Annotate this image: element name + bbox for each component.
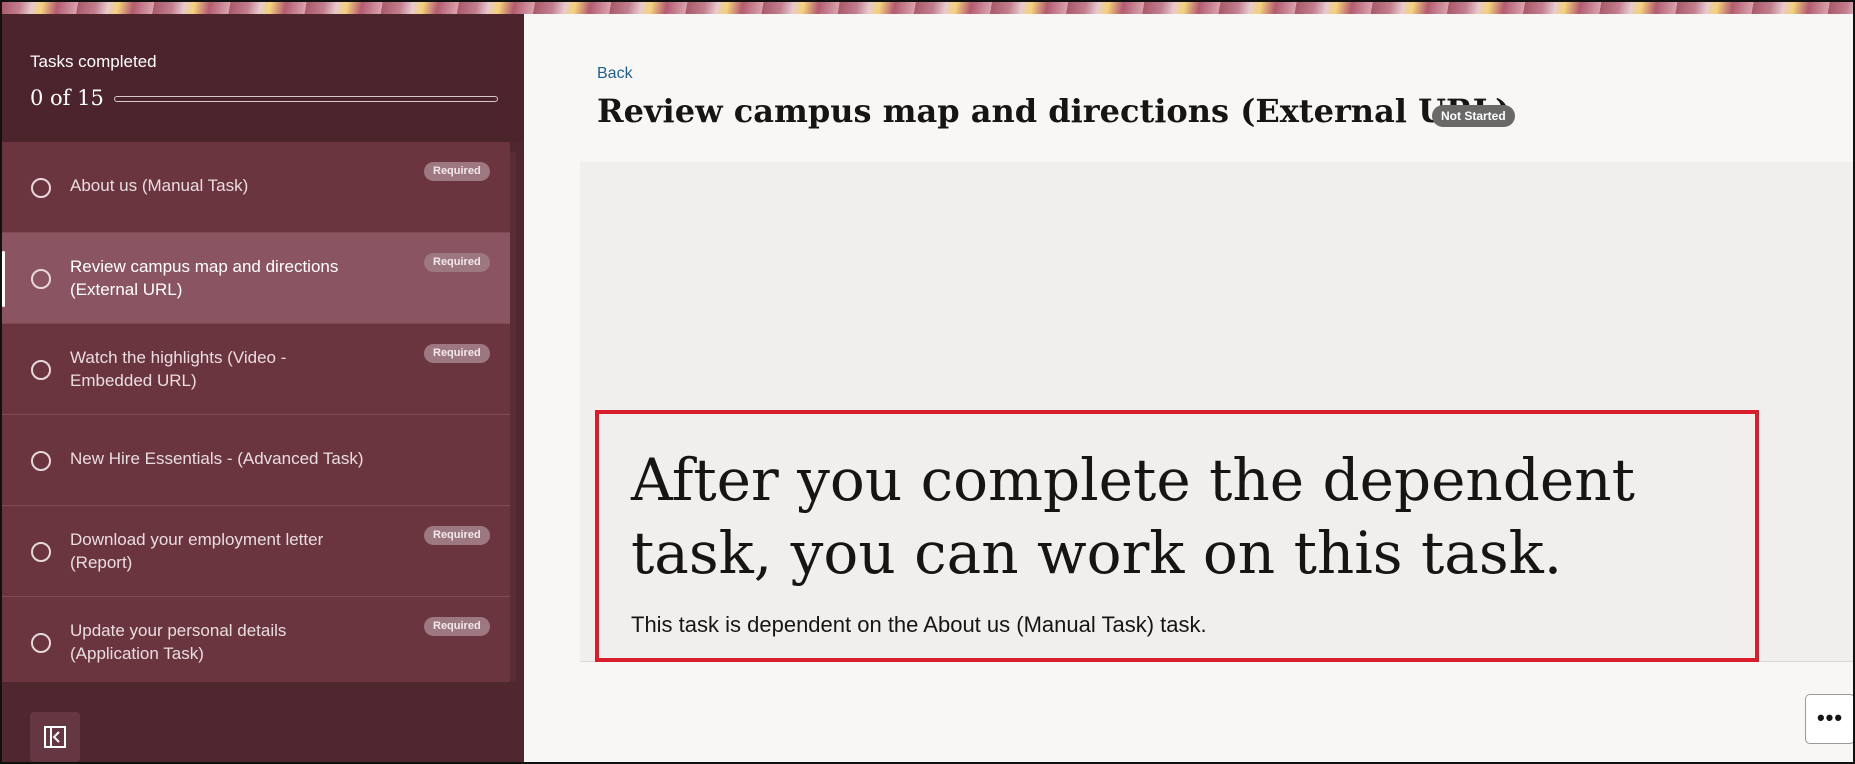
required-badge: Required xyxy=(424,253,490,272)
task-item-about-us[interactable]: About us (Manual Task) Required xyxy=(2,142,510,233)
required-badge: Required xyxy=(424,617,490,636)
task-label: Review campus map and directions (Extern… xyxy=(70,257,339,299)
page-title: Review campus map and directions (Extern… xyxy=(597,92,1511,130)
task-sidebar: Tasks completed 0 of 15 About us (Manual… xyxy=(2,14,524,762)
task-item-highlights[interactable]: Watch the highlights (Video - Embedded U… xyxy=(2,324,510,415)
task-item-employment-letter[interactable]: Download your employment letter (Report)… xyxy=(2,506,510,597)
task-content-area: After you complete the dependent task, y… xyxy=(580,162,1853,662)
status-circle-icon xyxy=(31,178,51,198)
required-badge: Required xyxy=(424,344,490,363)
more-options-button[interactable]: ••• xyxy=(1805,694,1853,744)
status-circle-icon xyxy=(31,360,51,380)
status-circle-icon xyxy=(31,542,51,562)
status-circle-icon xyxy=(31,451,51,471)
dependency-text: This task is dependent on the About us (… xyxy=(631,612,1207,637)
collapse-sidebar-button[interactable] xyxy=(30,712,80,762)
required-badge: Required xyxy=(424,162,490,181)
tasks-completed-count: 0 of 15 xyxy=(30,86,104,110)
app-window: Tasks completed 0 of 15 About us (Manual… xyxy=(0,0,1855,764)
tasks-completed-title: Tasks completed xyxy=(30,52,157,71)
task-list: About us (Manual Task) Required Review c… xyxy=(2,142,510,682)
dependency-headline: After you complete the dependent task, y… xyxy=(631,446,1635,587)
task-label: Watch the highlights (Video - Embedded U… xyxy=(70,348,287,390)
progress-bar xyxy=(114,96,498,102)
back-link[interactable]: Back xyxy=(597,65,633,83)
task-label: About us (Manual Task) xyxy=(70,176,249,195)
task-detail-panel: Back Review campus map and directions (E… xyxy=(524,14,1853,762)
status-circle-icon xyxy=(31,269,51,289)
panel-collapse-icon xyxy=(44,726,66,748)
task-item-personal-details[interactable]: Update your personal details (Applicatio… xyxy=(2,597,510,682)
progress-header: Tasks completed 0 of 15 xyxy=(2,14,524,142)
status-circle-icon xyxy=(31,633,51,653)
more-options-icon: ••• xyxy=(1816,705,1844,730)
required-badge: Required xyxy=(424,526,490,545)
task-label: Update your personal details (Applicatio… xyxy=(70,621,287,663)
task-item-campus-map[interactable]: Review campus map and directions (Extern… xyxy=(2,233,510,324)
task-label: New Hire Essentials - (Advanced Task) xyxy=(70,449,364,468)
dependency-message-box: After you complete the dependent task, y… xyxy=(595,410,1759,662)
sidebar-footer xyxy=(2,682,524,762)
task-item-new-hire-essentials[interactable]: New Hire Essentials - (Advanced Task) xyxy=(2,415,510,506)
status-badge: Not Started xyxy=(1432,105,1515,127)
task-label: Download your employment letter (Report) xyxy=(70,530,324,572)
task-list-scrollbar[interactable] xyxy=(510,152,516,682)
